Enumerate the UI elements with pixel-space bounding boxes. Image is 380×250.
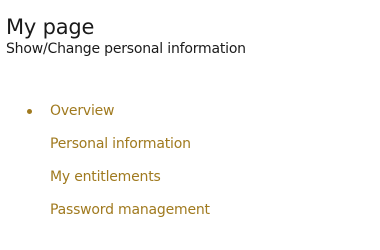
nav-item-overview[interactable]: Overview [24,100,210,133]
nav-item-label: Password management [50,202,210,218]
nav-item-label: My entitlements [50,169,161,185]
nav-item-my-entitlements[interactable]: My entitlements [24,166,210,199]
nav-item-label: Personal information [50,136,191,152]
active-bullet-icon [27,109,32,114]
nav-item-label: Overview [50,103,115,119]
nav-item-personal-information[interactable]: Personal information [24,133,210,166]
nav-menu: Overview Personal information My entitle… [24,100,210,232]
page-header: My page Show/Change personal information [6,14,246,58]
page-subtitle: Show/Change personal information [6,41,246,57]
nav-item-password-management[interactable]: Password management [24,199,210,232]
page-title: My page [6,15,95,39]
